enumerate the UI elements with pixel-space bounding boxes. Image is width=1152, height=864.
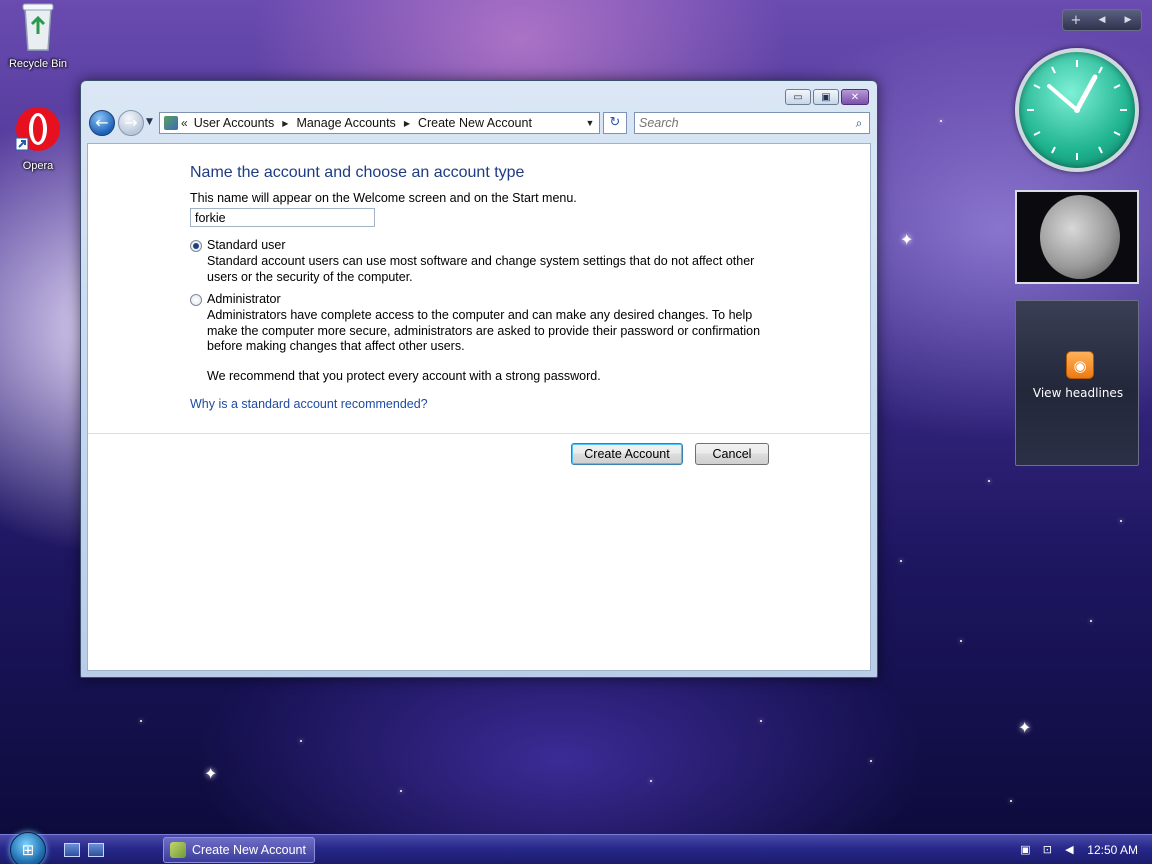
clock-hands-icon <box>1027 60 1127 160</box>
search-icon[interactable]: ⌕ <box>849 116 869 131</box>
name-description: This name will appear on the Welcome scr… <box>190 191 577 205</box>
search-input[interactable] <box>635 116 849 130</box>
add-gadget-button[interactable]: + <box>1063 13 1089 28</box>
navigation-bar: ← → ▼ « User Accounts ▶ Manage Accounts … <box>89 110 871 138</box>
volume-muted-tray-icon[interactable]: ◀ <box>1061 842 1077 858</box>
next-page-button[interactable]: ▶ <box>1115 15 1141 25</box>
network-tray-icon[interactable]: ⊡ <box>1039 842 1055 858</box>
recycle-bin-icon <box>22 3 54 51</box>
recycle-bin-desktop-icon[interactable]: Recycle Bin <box>0 2 76 70</box>
taskbar-item-create-new-account[interactable]: Create New Account <box>163 837 315 863</box>
start-button[interactable]: ⊞ <box>10 832 46 864</box>
breadcrumb-create-new-account[interactable]: Create New Account <box>418 116 532 130</box>
administrator-radio[interactable] <box>190 294 202 306</box>
create-account-button[interactable]: Create Account <box>571 443 683 465</box>
clock-gadget[interactable] <box>1015 48 1139 172</box>
create-new-account-window: ▭ ▣ ✕ ← → ▼ « User Accounts ▶ Manage Acc… <box>80 80 878 678</box>
standard-account-help-link[interactable]: Why is a standard account recommended? <box>190 397 428 411</box>
breadcrumb-separator-icon[interactable]: ▶ <box>404 119 410 128</box>
show-desktop-icon[interactable] <box>64 843 80 857</box>
switch-windows-icon[interactable] <box>88 843 104 857</box>
view-headlines-link[interactable]: View headlines <box>1016 386 1140 400</box>
breadcrumb-manage-accounts[interactable]: Manage Accounts <box>296 116 395 130</box>
divider <box>88 433 870 434</box>
administrator-description: Administrators have complete access to t… <box>207 308 761 353</box>
minimize-button[interactable]: ▭ <box>785 89 811 105</box>
close-button[interactable]: ✕ <box>841 89 869 105</box>
opera-icon <box>15 107 60 151</box>
slideshow-gadget[interactable] <box>1015 190 1139 284</box>
standard-user-label[interactable]: Standard user <box>207 238 286 252</box>
clock-time[interactable]: 12:50 AM <box>1087 843 1138 857</box>
content-pane: Name the account and choose an account t… <box>87 143 871 671</box>
administrator-label[interactable]: Administrator <box>207 292 281 306</box>
opera-label: Opera <box>22 160 54 172</box>
rss-feed-icon: ◉ <box>1066 351 1094 379</box>
account-name-input[interactable] <box>190 208 375 227</box>
taskbar: ⊞ Create New Account ▣ ⊡ ◀ 12:50 AM <box>0 832 1152 864</box>
moon-image <box>1040 195 1120 279</box>
taskbar-item-label: Create New Account <box>192 843 306 857</box>
cancel-button[interactable]: Cancel <box>695 443 769 465</box>
opera-desktop-icon[interactable]: Opera <box>0 104 76 172</box>
address-dropdown-icon[interactable]: ▼ <box>581 118 599 128</box>
recent-pages-dropdown[interactable]: ▼ <box>146 117 153 127</box>
forward-button[interactable]: → <box>118 110 144 136</box>
standard-user-radio[interactable] <box>190 240 202 252</box>
recycle-bin-label: Recycle Bin <box>8 58 68 70</box>
breadcrumb-user-accounts[interactable]: User Accounts <box>194 116 275 130</box>
previous-page-button[interactable]: ◀ <box>1089 15 1115 25</box>
clipboard-tray-icon[interactable]: ▣ <box>1017 842 1033 858</box>
window-controls: ▭ ▣ ✕ <box>785 89 869 105</box>
user-accounts-icon <box>170 842 186 858</box>
page-title: Name the account and choose an account t… <box>190 164 525 181</box>
back-button[interactable]: ← <box>89 110 115 136</box>
system-tray: ▣ ⊡ ◀ 12:50 AM <box>1017 835 1152 864</box>
refresh-button[interactable]: ↻ <box>603 112 627 134</box>
address-bar[interactable]: « User Accounts ▶ Manage Accounts ▶ Crea… <box>159 112 600 134</box>
sidebar-controls: + ◀ ▶ <box>1062 9 1142 31</box>
feed-headlines-gadget[interactable]: ◉ View headlines <box>1015 300 1139 466</box>
password-recommendation: We recommend that you protect every acco… <box>207 369 601 383</box>
control-panel-icon <box>164 116 178 130</box>
maximize-button[interactable]: ▣ <box>813 89 839 105</box>
breadcrumb-separator-icon[interactable]: ▶ <box>282 119 288 128</box>
standard-user-description: Standard account users can use most soft… <box>207 254 755 284</box>
breadcrumb-overflow-icon[interactable]: « <box>181 116 188 130</box>
search-box[interactable]: ⌕ <box>634 112 870 134</box>
